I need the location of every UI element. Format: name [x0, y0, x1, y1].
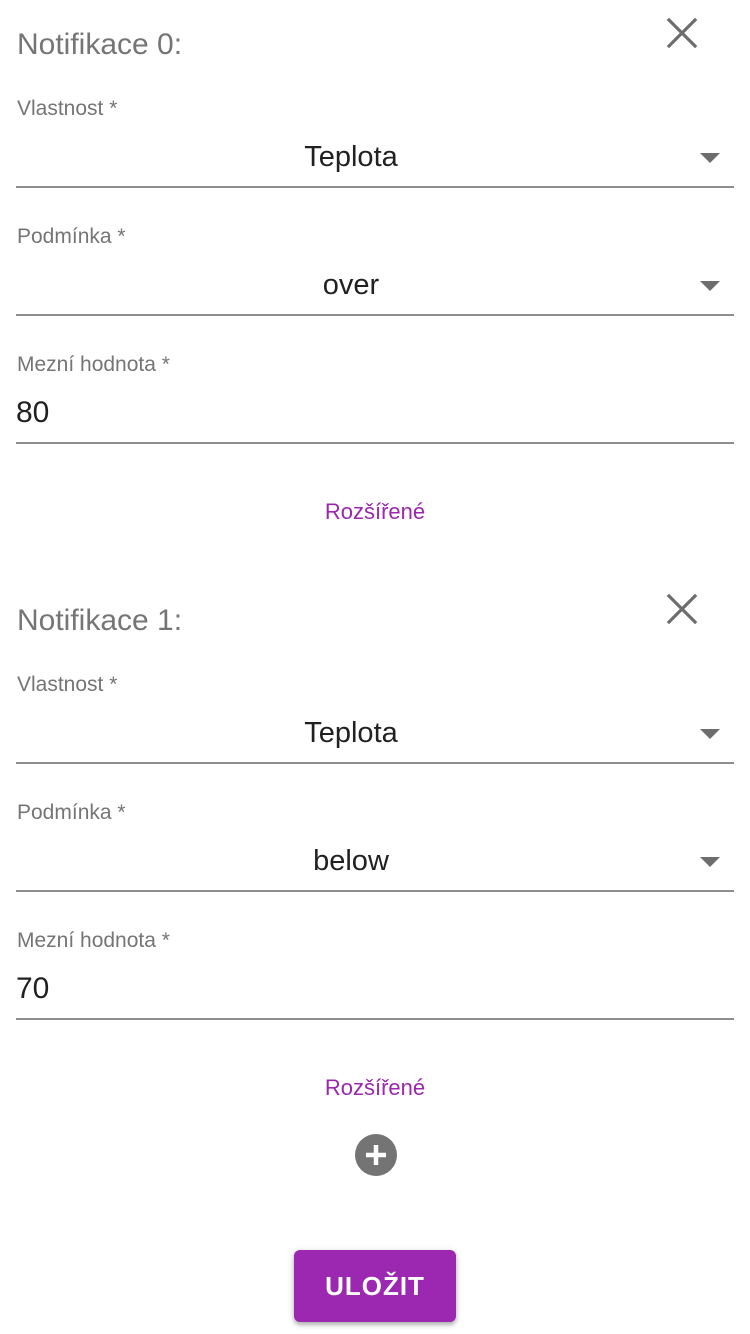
field-underline	[16, 762, 734, 764]
property-label: Vlastnost *	[17, 673, 118, 696]
notification-card-1: Notifikace 1: Vlastnost * Teplota Podmín…	[0, 576, 750, 1152]
threshold-field: Mezní hodnota *	[16, 348, 734, 444]
threshold-field: Mezní hodnota *	[16, 924, 734, 1020]
property-label: Vlastnost *	[17, 97, 118, 120]
condition-select[interactable]: Podmínka * over	[16, 220, 734, 316]
save-button[interactable]: ULOŽIT	[294, 1250, 456, 1322]
field-underline	[16, 890, 734, 892]
threshold-input[interactable]	[16, 969, 696, 1009]
property-value: Teplota	[304, 717, 398, 749]
field-underline	[16, 442, 734, 444]
threshold-label: Mezní hodnota *	[17, 929, 170, 952]
close-icon	[666, 17, 698, 49]
field-underline	[16, 186, 734, 188]
condition-select[interactable]: Podmínka * below	[16, 796, 734, 892]
remove-notification-button[interactable]	[660, 11, 704, 55]
threshold-input[interactable]	[16, 393, 696, 433]
advanced-settings-link[interactable]: Rozšířené	[250, 1072, 500, 1104]
notification-title: Notifikace 1:	[17, 604, 183, 637]
close-icon	[666, 593, 698, 625]
plus-circle-icon	[366, 1145, 386, 1165]
threshold-label: Mezní hodnota *	[17, 353, 170, 376]
condition-value: below	[313, 845, 389, 877]
condition-value: over	[322, 269, 380, 301]
dropdown-arrow-icon	[700, 281, 720, 291]
field-underline	[16, 314, 734, 316]
add-notification-button[interactable]	[355, 1134, 397, 1176]
condition-label: Podmínka *	[17, 801, 126, 824]
field-underline	[16, 1018, 734, 1020]
condition-label: Podmínka *	[17, 225, 126, 248]
dropdown-arrow-icon	[700, 153, 720, 163]
property-select[interactable]: Vlastnost * Teplota	[16, 92, 734, 188]
dropdown-arrow-icon	[700, 857, 720, 867]
property-select[interactable]: Vlastnost * Teplota	[16, 668, 734, 764]
property-value: Teplota	[304, 141, 398, 173]
advanced-settings-link[interactable]: Rozšířené	[250, 496, 500, 528]
remove-notification-button[interactable]	[660, 587, 704, 631]
notification-card-0: Notifikace 0: Vlastnost * Teplota Podmín…	[0, 0, 750, 576]
dropdown-arrow-icon	[700, 729, 720, 739]
notification-title: Notifikace 0:	[17, 28, 183, 61]
